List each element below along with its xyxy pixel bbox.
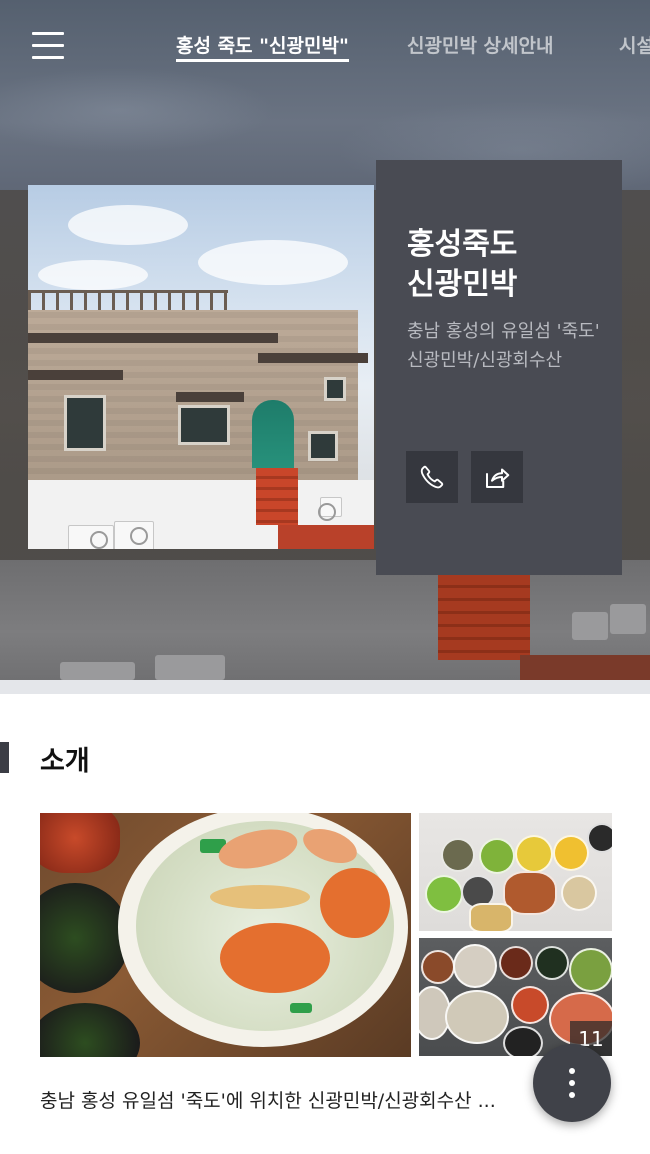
dish bbox=[453, 944, 497, 988]
tab-details[interactable]: 신광민박 상세안내 bbox=[407, 31, 553, 58]
dish bbox=[535, 946, 569, 980]
call-button[interactable] bbox=[406, 451, 458, 503]
food-clam bbox=[210, 885, 310, 909]
gallery-main-photo[interactable] bbox=[40, 813, 411, 1057]
food-greens bbox=[290, 1003, 312, 1013]
dish bbox=[441, 838, 475, 872]
info-card: 홍성죽도 신광민박 충남 홍성의 유일섬 '죽도' 신광민박/신광회수산 bbox=[376, 160, 622, 575]
hero-background-ac-unit bbox=[610, 604, 646, 634]
dish bbox=[569, 948, 612, 992]
dish bbox=[425, 875, 463, 913]
food-kimchi bbox=[40, 813, 120, 873]
tab-home-label: 홍성 죽도 "신광민박" bbox=[176, 35, 349, 57]
info-title: 홍성죽도 신광민박 bbox=[407, 225, 607, 305]
house-stairs bbox=[256, 468, 298, 525]
tab-facilities-label: 시설 bbox=[619, 35, 650, 57]
section-separator bbox=[0, 680, 650, 694]
top-navigation: 홍성 죽도 "신광민박" 신광민박 상세안내 시설 bbox=[0, 0, 650, 90]
info-title-line2: 신광민박 bbox=[407, 267, 518, 302]
share-button[interactable] bbox=[471, 451, 523, 503]
section-marker bbox=[0, 742, 9, 773]
dish bbox=[445, 990, 509, 1044]
more-options-button[interactable] bbox=[533, 1044, 611, 1122]
dish bbox=[503, 1026, 543, 1056]
house-window bbox=[324, 377, 346, 401]
ac-unit bbox=[318, 497, 342, 521]
hero-background-stairs bbox=[438, 575, 530, 660]
hero-background-ac-unit bbox=[572, 612, 608, 640]
food-crab bbox=[320, 868, 390, 938]
dish bbox=[561, 875, 597, 911]
dish bbox=[515, 835, 553, 873]
intro-text: 충남 홍성 유일섬 '죽도'에 위치한 신광민박/신광회수산 ... bbox=[40, 1090, 496, 1112]
info-description: 충남 홍성의 유일섬 '죽도' 신광민박/신광회수산 bbox=[407, 321, 600, 371]
hero-section: 홍성죽도 신광민박 충남 홍성의 유일섬 '죽도' 신광민박/신광회수산 bbox=[0, 0, 650, 680]
house-eave bbox=[258, 353, 368, 363]
tab-details-label: 신광민박 상세안내 bbox=[407, 35, 554, 57]
gallery-thumbnail[interactable] bbox=[419, 813, 612, 931]
sky-cloud bbox=[68, 205, 188, 245]
dish bbox=[421, 950, 455, 984]
hamburger-menu-icon[interactable] bbox=[32, 32, 64, 60]
food-side-dish bbox=[40, 1003, 140, 1057]
share-icon bbox=[486, 468, 510, 488]
house-awning bbox=[28, 370, 123, 380]
house-window bbox=[178, 405, 230, 445]
ac-unit bbox=[68, 525, 114, 549]
more-vertical-icon bbox=[569, 1065, 575, 1101]
sky-cloud bbox=[38, 260, 148, 290]
dish bbox=[511, 986, 549, 1024]
dish bbox=[587, 823, 612, 853]
house-awning bbox=[176, 392, 244, 402]
hero-photo[interactable] bbox=[28, 185, 374, 549]
food-side-dish bbox=[40, 883, 130, 993]
hero-background-floor bbox=[520, 655, 650, 680]
ac-unit bbox=[114, 521, 154, 549]
phone-icon bbox=[420, 465, 444, 489]
house-door bbox=[252, 400, 294, 468]
active-tab-indicator bbox=[176, 59, 349, 62]
section-title: 소개 bbox=[40, 746, 90, 777]
dish bbox=[553, 835, 589, 871]
dish bbox=[469, 903, 513, 931]
house-window bbox=[64, 395, 106, 451]
tab-facilities[interactable]: 시설 bbox=[619, 31, 650, 58]
hero-background-ac-unit bbox=[155, 655, 225, 680]
hero-background-ac-unit bbox=[60, 662, 135, 680]
dish bbox=[479, 838, 515, 874]
house-eave bbox=[28, 333, 278, 343]
tab-home[interactable]: 홍성 죽도 "신광민박" bbox=[176, 31, 349, 62]
sky-cloud bbox=[198, 240, 348, 285]
food-crab bbox=[220, 923, 330, 993]
house-window bbox=[308, 431, 338, 461]
dish bbox=[499, 946, 533, 980]
info-title-line1: 홍성죽도 bbox=[407, 227, 518, 262]
red-floor bbox=[278, 525, 374, 549]
